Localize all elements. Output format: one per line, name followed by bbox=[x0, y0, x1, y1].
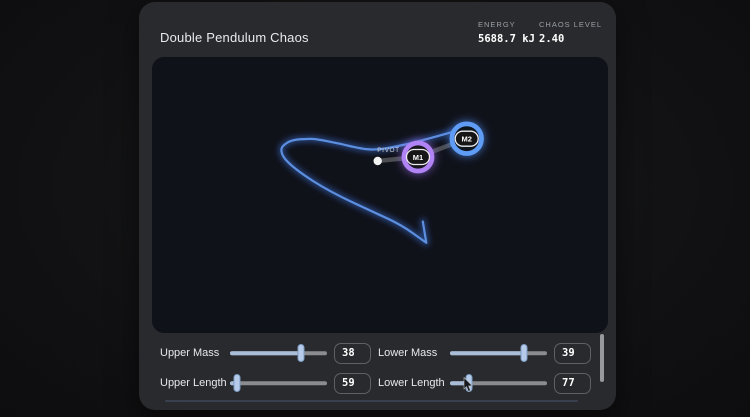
app-panel: Double Pendulum Chaos ENERGY 5688.7 kJ C… bbox=[139, 2, 616, 410]
lower-length-slider: Lower Length 77 bbox=[378, 372, 591, 394]
lower-length-thumb[interactable] bbox=[465, 374, 472, 392]
energy-stat: ENERGY 5688.7 kJ bbox=[478, 20, 535, 45]
upper-mass-track[interactable] bbox=[230, 344, 327, 362]
lower-length-track[interactable] bbox=[450, 374, 547, 392]
pivot-label: PIVOT bbox=[377, 147, 400, 154]
lower-mass-track[interactable] bbox=[450, 344, 547, 362]
pivot-dot bbox=[374, 157, 382, 165]
horizontal-scrollbar[interactable] bbox=[165, 400, 578, 402]
lower-mass-label: Lower Mass bbox=[378, 347, 450, 359]
energy-label: ENERGY bbox=[478, 20, 535, 29]
mass-m2[interactable]: M2 bbox=[452, 124, 482, 154]
upper-length-thumb[interactable] bbox=[233, 374, 240, 392]
upper-length-value[interactable]: 59 bbox=[334, 373, 371, 394]
upper-mass-slider: Upper Mass 38 bbox=[160, 342, 371, 364]
lower-mass-slider: Lower Mass 39 bbox=[378, 342, 591, 364]
mass-m1[interactable]: M1 bbox=[404, 143, 432, 171]
page-title: Double Pendulum Chaos bbox=[160, 30, 309, 45]
upper-mass-label: Upper Mass bbox=[160, 347, 230, 359]
upper-length-slider: Upper Length 59 bbox=[160, 372, 371, 394]
upper-length-label: Upper Length bbox=[160, 377, 230, 389]
upper-mass-value[interactable]: 38 bbox=[334, 343, 371, 364]
slider-fill bbox=[450, 351, 524, 355]
pendulum-svg: PIVOT M1 M2 bbox=[152, 57, 608, 333]
mass-m2-label: M2 bbox=[461, 135, 471, 144]
lower-mass-thumb[interactable] bbox=[520, 344, 527, 362]
chaos-level-stat: CHAOS LEVEL 2.40 bbox=[539, 20, 602, 45]
slider-track bbox=[230, 381, 327, 385]
upper-length-track[interactable] bbox=[230, 374, 327, 392]
pendulum-canvas[interactable]: PIVOT M1 M2 bbox=[152, 57, 608, 333]
upper-mass-thumb[interactable] bbox=[298, 344, 305, 362]
chaos-level-value: 2.40 bbox=[539, 33, 602, 45]
slider-fill bbox=[230, 351, 301, 355]
mass-m1-label: M1 bbox=[413, 153, 423, 162]
lower-length-value[interactable]: 77 bbox=[554, 373, 591, 394]
lower-mass-value[interactable]: 39 bbox=[554, 343, 591, 364]
lower-length-label: Lower Length bbox=[378, 377, 450, 389]
energy-value: 5688.7 kJ bbox=[478, 33, 535, 45]
chaos-level-label: CHAOS LEVEL bbox=[539, 20, 602, 29]
vertical-scrollbar[interactable] bbox=[600, 334, 604, 382]
